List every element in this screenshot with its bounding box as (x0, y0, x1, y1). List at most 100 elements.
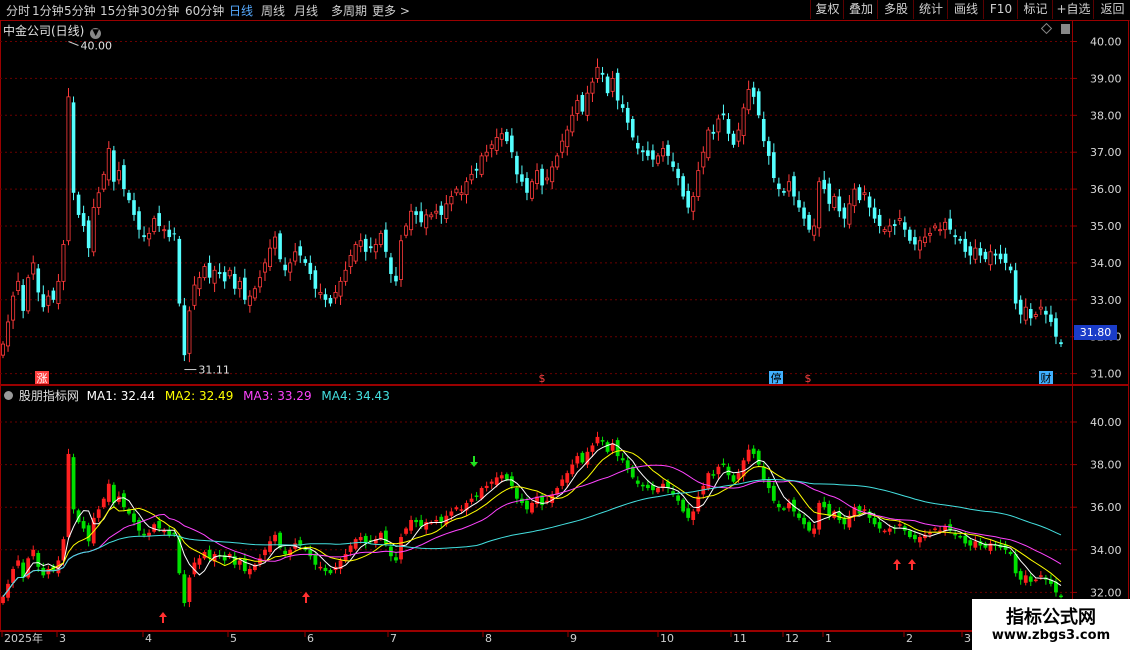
high-annotation: 40.00 (80, 40, 112, 53)
date-label-12: 2 (906, 632, 913, 645)
candle-body-up (565, 129, 570, 148)
indicator-axis-label-4: 32.00 (1090, 586, 1122, 599)
candle-body-down (172, 233, 177, 235)
ind-candle-body (570, 464, 575, 475)
candle-body-up (928, 232, 933, 236)
candle-body-down (21, 285, 25, 311)
candle-body-down (651, 150, 655, 160)
candle-body-up (706, 129, 711, 159)
candle-body-up (1038, 306, 1043, 310)
ind-candle-body (625, 460, 630, 469)
candle-body-down (1008, 266, 1013, 271)
candle-body-down (867, 196, 872, 208)
candle-body-down (1003, 253, 1008, 263)
candle-body-up (192, 284, 197, 306)
candle-body-down (439, 205, 444, 215)
candle-body-up (106, 148, 111, 181)
ind-candle-body (247, 568, 252, 575)
candle-body-up (933, 225, 938, 229)
ind-candle-body (1038, 575, 1043, 577)
ind-candle-body (147, 532, 152, 536)
candle-body-up (560, 140, 565, 153)
candle-body-down (772, 152, 776, 179)
ind-candle-body (615, 440, 620, 457)
candle-body-up (227, 269, 232, 277)
ind-candle-body (16, 560, 21, 566)
kline-chart: 40.00 39.00 38.00 37.00 36.00 35.00 34.00 33.00… (0, 20, 1130, 645)
stock-name: 中金公司(日线) ▼ (3, 22, 102, 39)
ind-candle-body (907, 530, 912, 538)
candle-body-down (81, 213, 86, 226)
ind-candle-body (122, 493, 126, 508)
ind-candle-body (716, 466, 721, 475)
price-axis-label-9: 31.00 (1090, 368, 1122, 381)
candle-body-down (384, 229, 388, 252)
candle-body-down (968, 246, 973, 256)
ind-candle-body (1033, 579, 1038, 582)
candle-body-down (903, 222, 907, 230)
date-label-10: 12 (785, 632, 799, 645)
candle-body-down (978, 248, 983, 256)
candle-body-down (686, 190, 690, 208)
candle-body-up (530, 181, 535, 199)
candle-body-down (797, 200, 801, 208)
candle-body-down (766, 141, 771, 156)
candle-body-up (691, 196, 696, 212)
candle-body-down (625, 107, 630, 123)
ind-candle-body (620, 458, 625, 461)
candle-body-down (822, 179, 827, 190)
settings-circle-icon[interactable] (4, 391, 13, 400)
candle-body-up (988, 251, 993, 266)
candle-body-up (655, 155, 660, 164)
candle-body-down (676, 168, 680, 179)
ind-candle-body (489, 481, 494, 484)
ind-candle-body (731, 475, 736, 482)
candle-body-down (948, 218, 952, 230)
candle-body-down (1054, 318, 1058, 337)
candle-body-up (535, 170, 540, 184)
candle-body-up (610, 78, 615, 92)
candle-body-up (424, 214, 429, 229)
date-label-11: 1 (825, 632, 832, 645)
candle-body-up (257, 277, 262, 288)
ind-candle-body (635, 480, 640, 484)
candle-body-down (958, 238, 963, 241)
ind-candle-body (656, 488, 660, 493)
ind-candle-body (842, 517, 847, 525)
ind-candle-body (399, 537, 403, 560)
ind-candle-body (787, 502, 791, 509)
date-label-1: 3 (59, 632, 66, 645)
ind-candle-body (530, 502, 534, 513)
ind-candle-body (958, 535, 963, 538)
candle-body-up (943, 221, 948, 231)
price-axis-label-4: 36.00 (1090, 183, 1122, 196)
event-marker-4: 财 (1041, 371, 1052, 385)
ind-candle-body (963, 535, 968, 544)
candle-body-down (872, 207, 877, 219)
ind-candle-body (409, 519, 413, 531)
candle-body-up (247, 295, 252, 306)
candle-body-down (127, 192, 131, 201)
candle-body-up (187, 310, 192, 354)
candle-body-down (666, 144, 670, 156)
candle-body-up (459, 192, 464, 196)
date-label-2: 4 (145, 632, 152, 645)
ind-candle-body (797, 513, 801, 518)
indicator-axis-label-2: 36.00 (1090, 501, 1122, 514)
candle-body-down (313, 270, 318, 289)
candle-body-up (882, 229, 887, 232)
candle-body-down (505, 131, 509, 142)
candle-body-down (36, 268, 41, 293)
ind-candle-body (162, 530, 167, 533)
price-axis-label-6: 34.00 (1090, 257, 1122, 270)
candle-body-down (782, 190, 786, 193)
ind-candle-body (912, 534, 917, 540)
candle-body-up (16, 280, 21, 291)
ind-candle-body (66, 453, 71, 538)
candle-body-up (197, 277, 202, 290)
ind-candle-body (827, 504, 832, 516)
ind-candle-body (721, 463, 726, 466)
chevron-down-icon[interactable]: ▼ (90, 28, 102, 39)
arrow-down-icon (470, 456, 478, 467)
ind-candle-body (111, 484, 116, 503)
